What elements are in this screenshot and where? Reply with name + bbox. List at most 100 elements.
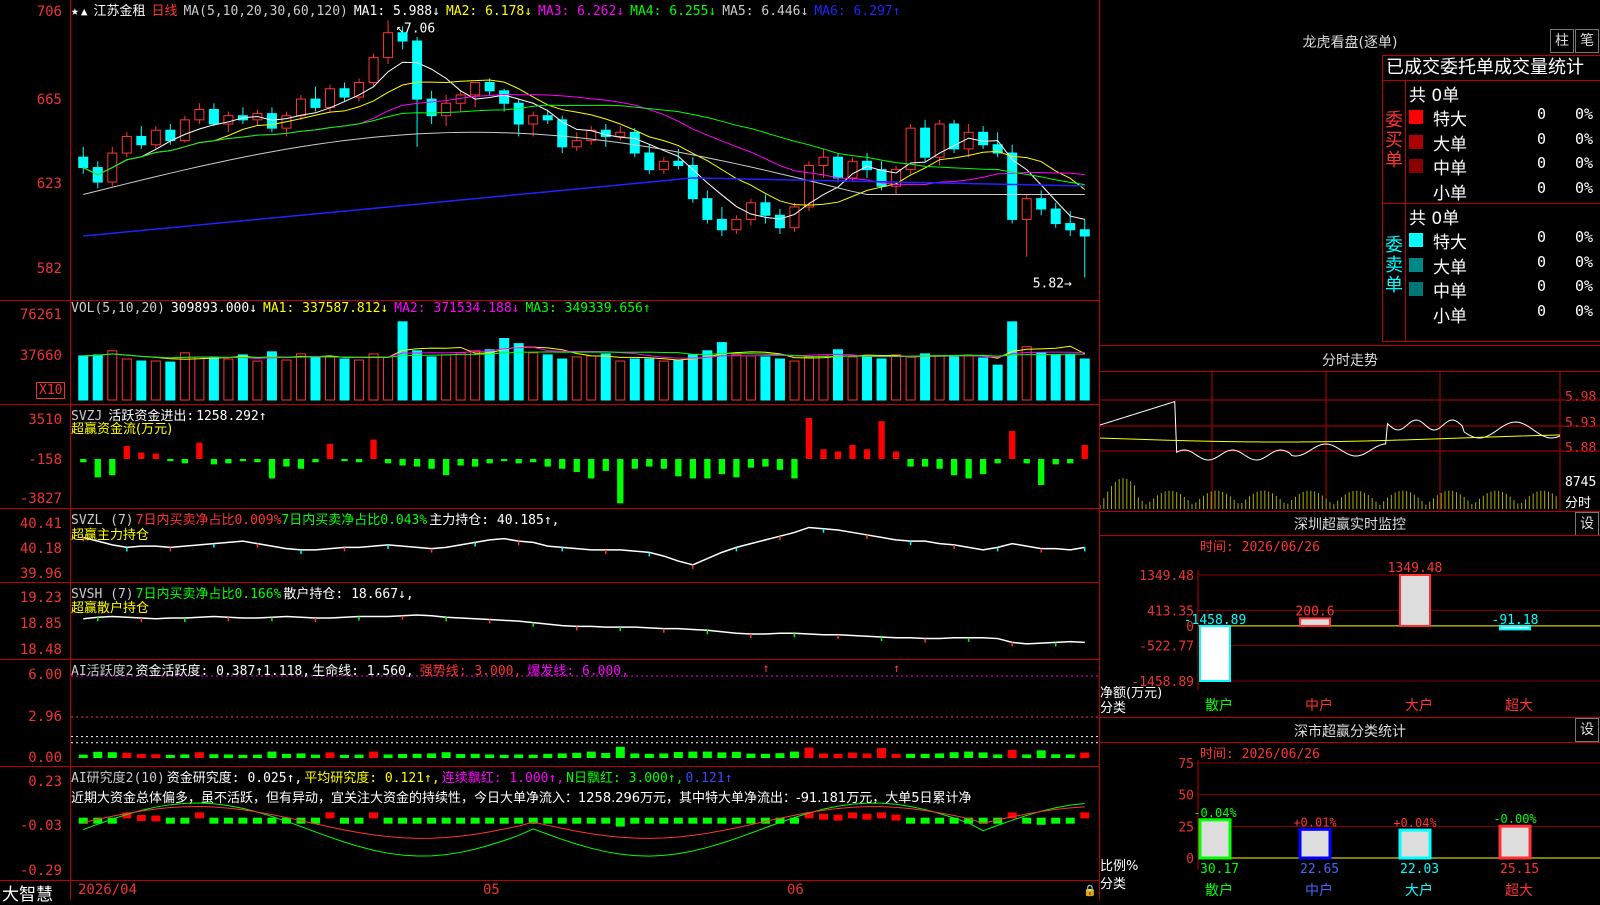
y-label-ai-1: 2.96 [28, 709, 62, 725]
svzj-bar [1052, 459, 1059, 465]
ai-active-bar [891, 753, 901, 758]
svzj-bar [892, 451, 900, 459]
candle-body [136, 135, 147, 146]
vol-title: VOL(5,10,20) [71, 301, 165, 316]
ai-active-text-5: 爆发线: 6.000, [527, 664, 629, 679]
ai-active-bar [702, 751, 712, 758]
ai-research-bar [1065, 817, 1075, 824]
y-label-svzl-0: 40.41 [19, 516, 62, 532]
candle-body [310, 98, 321, 108]
volume-bar [818, 354, 829, 401]
ma-value-6: MA6: 6.297↑ [814, 4, 901, 19]
volume-bar [325, 356, 335, 401]
ai-active-bar [1022, 754, 1032, 758]
ma-value-4: MA4: 6.255↓ [630, 4, 717, 19]
ma-value-1: MA1: 5.988↓ [353, 4, 440, 19]
ai-active-bar [528, 754, 538, 758]
ai-active-bar [673, 751, 683, 758]
lock-icon[interactable]: 🔒 [1083, 884, 1097, 897]
ai-research-text-4: N日飘红: 3.000↑, [566, 771, 684, 786]
ai-active-bar [557, 753, 567, 758]
candle-body [920, 127, 931, 158]
ai-research-bar [78, 817, 88, 824]
x-label-1: 05 [483, 882, 500, 898]
sz-classify-value: 25.15 [1500, 862, 1539, 877]
candle-body [803, 164, 814, 208]
y-label-svzj-0: 3510 [28, 412, 62, 428]
svzj-bar [196, 442, 203, 459]
y-label-svsh-0: 19.23 [19, 590, 62, 606]
ai-active-bar [601, 753, 611, 758]
svzj-bar [573, 459, 580, 472]
candle-body [368, 57, 379, 84]
svzj-bar [1038, 459, 1045, 485]
ai-active-text-2: 1.118, [263, 664, 311, 679]
y-label-ai-2: 0.00 [28, 750, 62, 766]
candle-body [1050, 208, 1061, 225]
volume-bar [760, 356, 771, 401]
candle-body [760, 202, 771, 216]
candle-body [208, 108, 219, 125]
ai-research-bar [717, 817, 727, 824]
candle-body [470, 82, 481, 96]
ai-research-bar [833, 814, 843, 821]
candle-body [934, 123, 945, 158]
candle-body [702, 198, 713, 220]
volume-bar [978, 357, 989, 401]
candle-body [150, 129, 161, 146]
svzj-bar [921, 459, 929, 467]
svzj-bar [747, 459, 755, 468]
stock-chart-canvas[interactable]: ↖7.06 5.82→ ↑ ↑ [0, 0, 1099, 900]
ma-value-3: MA3: 6.262↓ [538, 4, 625, 19]
stock-name[interactable]: 江苏金租 [93, 4, 145, 19]
arrow-up-icon[interactable]: ▲ [81, 5, 88, 18]
ai-research-bar [136, 815, 146, 822]
vol-ma-value-1: MA1: 337587.812↓ [263, 301, 389, 316]
ai-research-bar [194, 812, 204, 819]
ai-active-bar [731, 751, 741, 758]
svzj-bar [762, 459, 769, 467]
ai-active-text-4: 强势线: 3.000, [419, 664, 522, 679]
ai-research-bar [180, 817, 190, 824]
y-label-svsh-1: 18.85 [19, 616, 62, 632]
period-label[interactable]: 日线 [151, 4, 177, 19]
ai-research-bar [906, 817, 916, 824]
ai-research-title: AI研究度2(10) [71, 771, 165, 786]
ai-active-bar [586, 751, 596, 758]
x-label-2: 06 [787, 882, 804, 898]
volume-bar [499, 338, 510, 401]
candle-body [542, 115, 553, 121]
svzj-bar [442, 459, 450, 476]
candle-body [325, 88, 335, 108]
sz-monitor-bar [1299, 617, 1331, 627]
ai-active-bar [862, 753, 872, 758]
ai-research-bar [543, 817, 553, 824]
ai-up-arrow: ↑ [893, 661, 900, 675]
volume-bar [252, 360, 263, 401]
volume-bar [194, 356, 205, 401]
right-charts-canvas: 1349.48413.350-522.77-1458.89-1458.89散户2… [1100, 372, 1600, 899]
svzj-bar [718, 459, 726, 475]
y-label-candle-3: 582 [36, 261, 62, 277]
ai-research-bar [920, 817, 930, 824]
ai-active-bar [514, 754, 524, 758]
svzj-bar [994, 459, 1001, 464]
ai-research-bar [340, 817, 350, 824]
svzj-bar [849, 444, 856, 459]
svzj-bar [907, 459, 914, 467]
brand-label: 大智慧 [2, 885, 53, 905]
volume-bar [847, 356, 858, 401]
candle-header: ★ ▲ 江苏金租 日线 MA(5,10,20,30,60,120) MA1: 5.988↓… [71, 0, 912, 19]
star-icon[interactable]: ★ [71, 4, 79, 19]
sz-monitor-category: 大户 [1405, 697, 1433, 714]
intraday-avg-line [1100, 434, 1561, 443]
sz-classify-bar [1298, 827, 1332, 860]
ma-line-2 [83, 79, 1086, 206]
volume-bar [310, 356, 321, 401]
ai-active-bar [354, 754, 364, 758]
svzj-bar [297, 459, 305, 469]
volume-bar [920, 353, 931, 401]
ai-research-bar [586, 817, 596, 824]
vol-ma-value-3: MA3: 349339.656↑ [525, 301, 651, 316]
right-sidebar: 龙虎看盘(逐单) 柱 笔 已成交委托单成交量统计 委买单 委卖单 共 0单 共 … [1100, 0, 1600, 900]
